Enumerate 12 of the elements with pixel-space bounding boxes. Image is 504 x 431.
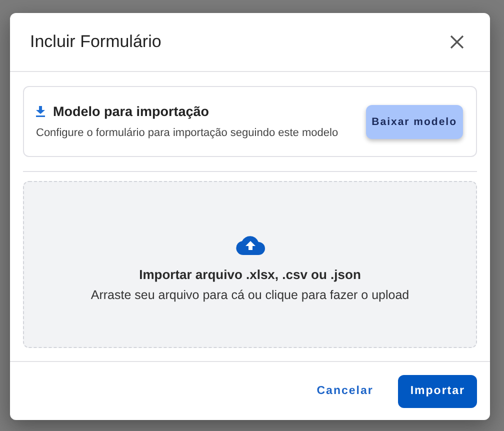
dropzone-title: Importar arquivo .xlsx, .csv ou .json xyxy=(139,266,361,282)
cancel-button[interactable]: Cancelar xyxy=(304,374,386,408)
download-icon xyxy=(36,106,45,117)
dialog-title: Incluir Formulário xyxy=(30,32,162,52)
template-title: Modelo para importação xyxy=(53,104,210,119)
template-description: Configure o formulário para importação seguindo este modelo xyxy=(36,127,338,139)
import-button[interactable]: Importar xyxy=(398,374,477,408)
close-icon[interactable] xyxy=(450,35,464,49)
dropzone-hint: Arraste seu arquivo para cá ou clique para fazer o upload xyxy=(90,288,410,302)
download-template-button[interactable]: Baixar modelo xyxy=(366,104,463,138)
upload-dropzone[interactable]: Importar arquivo .xlsx, .csv ou .json Arraste seu arquivo para cá ou clique para fazer o upload xyxy=(23,181,477,348)
cloud-upload-icon xyxy=(236,236,264,254)
